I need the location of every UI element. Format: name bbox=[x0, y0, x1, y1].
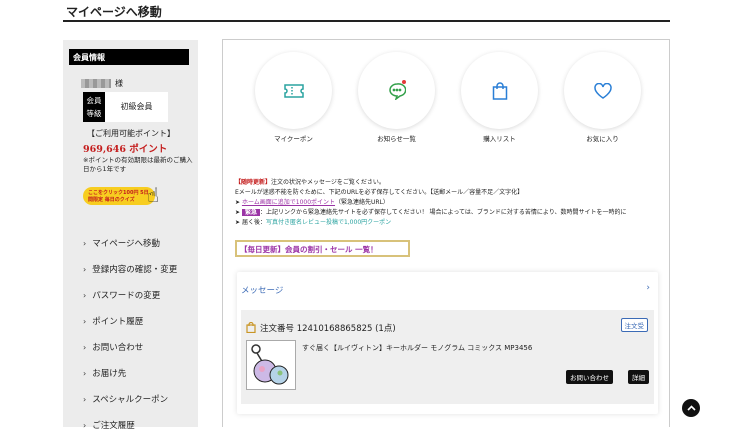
notice-line: 届く後： bbox=[241, 219, 266, 226]
quick-link-purchases[interactable]: 購入リスト bbox=[461, 52, 538, 143]
sidebar-item-points[interactable]: › ポイント履歴 bbox=[83, 308, 177, 334]
quick-link-notices[interactable]: お知らせ一覧 bbox=[358, 52, 435, 143]
member-honorific: 様 bbox=[115, 79, 123, 88]
notice-line: ：上記リンクから緊急連絡先サイトを必ず保存してください！ 場合によっては、ブラン… bbox=[259, 209, 627, 216]
quick-links: マイクーポン お知らせ一覧 購入リスト お気に入り bbox=[255, 52, 641, 143]
heart-icon bbox=[593, 82, 612, 99]
quick-link-label: お知らせ一覧 bbox=[377, 135, 416, 143]
chat-bubble-icon bbox=[388, 82, 406, 100]
order-message[interactable]: 注文番号 12410168865825 (1点) 注文受 すぐ届く【ルイヴィトン… bbox=[241, 310, 654, 404]
sidebar-item-label: ご注文履歴 bbox=[92, 421, 135, 431]
sidebar-item-mypage[interactable]: › マイページへ移動 bbox=[83, 230, 177, 256]
quick-link-label: お気に入り bbox=[586, 135, 619, 143]
quick-link-label: 購入リスト bbox=[483, 135, 516, 143]
page-title[interactable]: マイページへ移動 bbox=[66, 3, 162, 20]
sidebar-item-coupons[interactable]: › スペシャルクーポン bbox=[83, 386, 177, 412]
chevron-right-icon: › bbox=[83, 394, 87, 404]
member-name-redacted bbox=[81, 79, 111, 88]
messages-heading[interactable]: メッセージ bbox=[241, 284, 283, 296]
chevron-right-icon: › bbox=[83, 238, 87, 248]
rank-label: 会員等級 bbox=[83, 92, 105, 122]
contact-button[interactable]: お問い合わせ bbox=[566, 370, 613, 384]
scroll-to-top-button[interactable] bbox=[682, 399, 700, 417]
chevron-right-icon: › bbox=[83, 264, 87, 274]
points-label: 【ご利用可能ポイント】 bbox=[87, 129, 175, 138]
quick-link-favorites[interactable]: お気に入り bbox=[564, 52, 641, 143]
quick-link-label: マイクーポン bbox=[274, 135, 313, 143]
ticket-icon bbox=[283, 83, 304, 98]
sidebar-item-contact[interactable]: › お問い合わせ bbox=[83, 334, 177, 360]
shopping-bag-icon bbox=[246, 322, 256, 333]
notice-line: （緊急連絡先URL） bbox=[335, 199, 389, 206]
chevron-right-icon[interactable]: › bbox=[646, 283, 650, 293]
sidebar-item-orders[interactable]: › ご注文履歴 bbox=[83, 412, 177, 438]
chevron-right-icon: › bbox=[83, 342, 87, 352]
notice-block: 【随時更新】注文の状況やメッセージをご覧ください。 Eメールが迷惑不能を防ぐため… bbox=[235, 178, 663, 228]
chevron-right-icon: › bbox=[83, 420, 87, 430]
notice-line: 注文の状況やメッセージをご覧ください。 bbox=[271, 179, 385, 186]
order-status-badge: 注文受 bbox=[620, 318, 648, 332]
product-thumbnail[interactable] bbox=[246, 340, 296, 390]
notification-dot bbox=[402, 80, 406, 84]
arrow-bullet-icon: ➤ bbox=[235, 209, 242, 216]
pointing-hand-icon: ☝ bbox=[147, 183, 160, 207]
sidebar-item-label: マイページへ移動 bbox=[92, 239, 161, 249]
arrow-bullet-icon: ➤ bbox=[235, 199, 242, 206]
urgent-badge: 緊急 bbox=[241, 209, 260, 216]
review-coupon-link[interactable]: 写真付き匿名レビュー投稿で1,000円クーポン bbox=[266, 219, 391, 226]
keychain-image bbox=[251, 344, 289, 385]
notice-tag: 【随時更新】 bbox=[235, 179, 272, 186]
home-screen-link[interactable]: ホーム画面に追加で1000ポイント bbox=[242, 199, 335, 206]
campaign-banner[interactable]: ここをクリック100円 5日間限定 毎日のクイズ ☝ bbox=[83, 183, 183, 213]
sidebar-item-label: お問い合わせ bbox=[92, 343, 144, 353]
sale-banner-link[interactable]: 【毎日更新】会員の割引・セール 一覧！ bbox=[235, 240, 410, 257]
sidebar-item-password[interactable]: › パスワードの変更 bbox=[83, 282, 177, 308]
sidebar-item-label: お届け先 bbox=[92, 369, 127, 379]
points-value: 969,646 ポイント bbox=[83, 144, 168, 155]
points-note: ※ポイントの有効期限は最新のご購入日から1年です bbox=[83, 156, 193, 173]
chevron-up-icon bbox=[686, 405, 696, 411]
sidebar-item-label: 登録内容の確認・変更 bbox=[92, 265, 178, 275]
chevron-right-icon: › bbox=[83, 316, 87, 326]
title-divider bbox=[63, 20, 670, 22]
shopping-bag-icon bbox=[492, 81, 507, 100]
order-number: 注文番号 12410168865825 (1点) bbox=[260, 324, 396, 334]
campaign-text[interactable]: ここをクリック100円 5日間限定 毎日のクイズ bbox=[83, 187, 155, 205]
sidebar: 会員情報 様 会員等級 初級会員 【ご利用可能ポイント】 969,646 ポイン… bbox=[63, 40, 198, 431]
messages-card: メッセージ › 注文番号 12410168865825 (1点) 注文受 すぐ届… bbox=[237, 272, 658, 414]
member-info-heading: 会員情報 bbox=[69, 49, 189, 65]
sidebar-item-label: パスワードの変更 bbox=[92, 291, 161, 301]
chevron-right-icon: › bbox=[83, 290, 87, 300]
member-rank: 会員等級 初級会員 bbox=[83, 92, 168, 122]
sidebar-item-profile[interactable]: › 登録内容の確認・変更 bbox=[83, 256, 177, 282]
chevron-right-icon: › bbox=[83, 368, 87, 378]
main-panel: マイクーポン お知らせ一覧 購入リスト お気に入り 【随時更新】注文の状況やメッ… bbox=[222, 39, 670, 427]
arrow-bullet-icon: ➤ bbox=[235, 219, 242, 226]
detail-button[interactable]: 詳細 bbox=[628, 370, 649, 384]
sidebar-item-shipping[interactable]: › お届け先 bbox=[83, 360, 177, 386]
notice-line: Eメールが迷惑不能を防ぐために、下記のURLを必ず保存してください。【送郵メール… bbox=[235, 189, 524, 196]
rank-value: 初級会員 bbox=[105, 92, 168, 122]
sidebar-item-label: スペシャルクーポン bbox=[92, 395, 169, 405]
sidebar-item-label: ポイント履歴 bbox=[92, 317, 144, 327]
quick-link-coupons[interactable]: マイクーポン bbox=[255, 52, 332, 143]
product-name: すぐ届く【ルイヴィトン】キーホルダー モノグラム コミックス MP3456 bbox=[302, 344, 533, 352]
sidebar-menu: › マイページへ移動 › 登録内容の確認・変更 › パスワードの変更 › ポイント履歴 … bbox=[83, 230, 177, 438]
